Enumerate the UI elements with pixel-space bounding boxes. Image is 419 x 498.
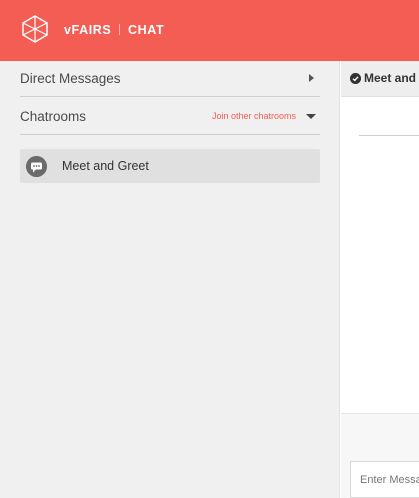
direct-messages-toggle[interactable]: Direct Messages	[20, 61, 320, 97]
chatroom-item-meet-and-greet[interactable]: Meet and Greet	[20, 149, 320, 183]
join-other-chatrooms-link[interactable]: Join other chatrooms	[212, 111, 296, 121]
chat-panel: Meet and Greet	[341, 61, 419, 498]
brand-section-label: CHAT	[128, 23, 165, 37]
chatroom-header: Meet and Greet	[341, 61, 419, 97]
cube-outline-icon	[22, 15, 48, 43]
chatrooms-label: Chatrooms	[20, 109, 87, 124]
brand-separator	[119, 24, 120, 35]
message-divider	[359, 135, 419, 136]
chat-bubble-icon	[26, 156, 47, 177]
check-circle-icon	[350, 73, 361, 84]
caret-down-icon[interactable]	[306, 114, 316, 119]
message-input[interactable]	[350, 461, 419, 498]
chatroom-label: Meet and Greet	[62, 159, 149, 173]
app-header: vFAIRS CHAT	[0, 0, 419, 61]
direct-messages-label: Direct Messages	[20, 71, 121, 86]
sidebar: Direct Messages Chatrooms Join other cha…	[0, 61, 340, 498]
chatroom-title: Meet and Greet	[364, 71, 419, 85]
brand-name: vFAIRS	[64, 23, 112, 37]
caret-right-icon	[309, 74, 314, 82]
chatrooms-header: Chatrooms Join other chatrooms	[20, 99, 320, 135]
